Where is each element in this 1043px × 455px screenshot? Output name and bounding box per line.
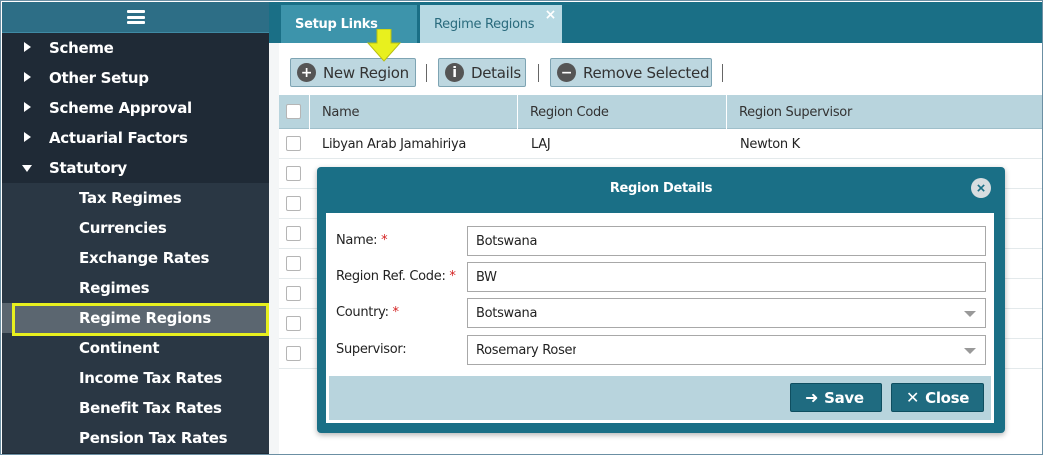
row-checkbox[interactable] (286, 316, 301, 331)
select-all-checkbox[interactable] (286, 104, 301, 119)
toolbar-separator (722, 64, 723, 82)
sidebar-item-scheme-approval[interactable]: Scheme Approval (2, 93, 269, 123)
sidebar-subitem-label: Continent (79, 339, 160, 357)
info-circle-icon: i (445, 63, 464, 82)
toolbar-separator (426, 64, 427, 82)
table-cell-supervisor: Newton K (740, 136, 800, 152)
sidebar-subitem-currencies[interactable]: Currencies (2, 213, 269, 243)
sidebar-subitem-regimes[interactable]: Regimes (2, 273, 269, 303)
sidebar-item-actuarial-factors[interactable]: Actuarial Factors (2, 123, 269, 153)
sidebar-subitem-tax-regimes[interactable]: Tax Regimes (2, 183, 269, 213)
region-details-dialog: Region Details × Name: * Botswana Region… (317, 167, 1005, 433)
pointer-arrow-icon (366, 29, 402, 62)
sidebar-subitem-label: Pension Tax Rates (79, 429, 228, 447)
tab-close-icon[interactable]: × (545, 7, 557, 23)
row-checkbox[interactable] (286, 256, 301, 271)
sidebar-item-scheme[interactable]: Scheme (2, 33, 269, 63)
required-marker: * (449, 269, 456, 284)
form-row-supervisor: Supervisor: Rosemary Rosemary (329, 335, 991, 365)
form-row-name: Name: * Botswana (329, 226, 991, 256)
column-header-region-code[interactable]: Region Code (517, 95, 726, 129)
row-checkbox[interactable] (286, 346, 301, 361)
sidebar-header (2, 2, 269, 33)
name-field[interactable]: Botswana (467, 226, 986, 256)
sign-in-icon: ➜ (805, 388, 819, 407)
dialog-title: Region Details (609, 180, 713, 196)
country-select[interactable]: Botswana (467, 298, 986, 328)
sidebar-subitem-label: Regimes (79, 279, 150, 297)
save-button[interactable]: ➜ Save (790, 383, 882, 412)
details-button[interactable]: i Details (438, 58, 526, 87)
table-cell-code: LAJ (531, 136, 551, 152)
sidebar-subitem-label: Tax Regimes (79, 189, 182, 207)
caret-right-icon (24, 132, 31, 142)
close-icon[interactable]: × (971, 178, 991, 198)
tab-regime-regions[interactable]: Regime Regions × (420, 5, 562, 43)
save-label: Save (824, 388, 864, 407)
plus-circle-icon: + (297, 63, 316, 82)
sidebar-item-label: Statutory (49, 159, 127, 177)
table-cell-name: Libyan Arab Jamahiriya (322, 136, 467, 152)
toolbar-separator (538, 64, 539, 82)
form-row-ref-code: Region Ref. Code: * BW (329, 262, 991, 292)
sidebar-subitem-label: Income Tax Rates (79, 369, 222, 387)
sidebar-subitem-label: Currencies (79, 219, 167, 237)
active-item-highlight (12, 303, 269, 336)
sidebar-subitem-benefit-tax-rates[interactable]: Benefit Tax Rates (2, 393, 269, 423)
sidebar-subitem-label: Benefit Tax Rates (79, 399, 222, 417)
dialog-body: Name: * Botswana Region Ref. Code: * BW … (326, 213, 994, 423)
ref-code-label: Region Ref. Code: * (336, 269, 456, 284)
sidebar-subitem-exchange-rates[interactable]: Exchange Rates (2, 243, 269, 273)
region-form: Name: * Botswana Region Ref. Code: * BW … (329, 216, 991, 376)
sidebar-subitem-pension-tax-rates[interactable]: Pension Tax Rates (2, 423, 269, 453)
sidebar-item-statutory[interactable]: Statutory (2, 153, 269, 183)
caret-right-icon (24, 42, 31, 52)
row-checkbox[interactable] (286, 166, 301, 181)
sidebar-subitem-continent[interactable]: Continent (2, 333, 269, 363)
row-checkbox[interactable] (286, 136, 301, 151)
x-icon: ✕ (906, 388, 920, 407)
row-checkbox[interactable] (286, 286, 301, 301)
details-label: Details (471, 63, 521, 82)
remove-selected-button[interactable]: − Remove Selected (550, 58, 712, 87)
caret-down-icon (22, 165, 32, 172)
dropdown-arrow-icon (964, 311, 976, 317)
required-marker: * (392, 305, 400, 320)
supervisor-select[interactable]: Rosemary Rosemary (467, 335, 986, 365)
hamburger-menu-icon[interactable] (126, 10, 145, 24)
sidebar-subitem-income-tax-rates[interactable]: Income Tax Rates (2, 363, 269, 393)
ref-code-field[interactable]: BW (467, 262, 986, 292)
sidebar-item-label: Scheme (49, 39, 114, 57)
sidebar-item-label: Actuarial Factors (49, 129, 188, 147)
required-marker: * (381, 233, 388, 248)
caret-right-icon (24, 72, 31, 82)
tab-label: Regime Regions (434, 16, 535, 32)
dropdown-arrow-icon (964, 348, 976, 354)
app-window: Scheme Other Setup Scheme Approval Actua… (0, 0, 1043, 455)
close-button[interactable]: ✕ Close (891, 383, 984, 412)
sidebar-item-label: Other Setup (49, 69, 149, 87)
row-checkbox[interactable] (286, 196, 301, 211)
table-row[interactable]: Libyan Arab Jamahiriya LAJ Newton K (279, 129, 1042, 159)
column-header-name[interactable]: Name (309, 95, 517, 129)
row-checkbox[interactable] (286, 226, 301, 241)
table-header: Name Region Code Region Supervisor (279, 95, 1042, 129)
form-row-country: Country: * Botswana (329, 298, 991, 328)
minus-circle-icon: − (557, 63, 576, 82)
sidebar-subitem-label: Exchange Rates (79, 249, 210, 267)
sidebar-item-label: Scheme Approval (49, 99, 192, 117)
column-header-region-supervisor[interactable]: Region Supervisor (726, 95, 1042, 129)
remove-selected-label: Remove Selected (583, 63, 710, 82)
name-label: Name: * (336, 233, 388, 248)
supervisor-select-value: Rosemary Rosemary (476, 342, 576, 358)
caret-right-icon (24, 102, 31, 112)
country-label: Country: * (336, 305, 399, 320)
sidebar: Scheme Other Setup Scheme Approval Actua… (2, 2, 269, 454)
new-region-label: New Region (323, 63, 409, 82)
close-label: Close (925, 388, 970, 407)
country-select-value: Botswana (476, 305, 538, 321)
sidebar-item-other-setup[interactable]: Other Setup (2, 63, 269, 93)
supervisor-label: Supervisor: (336, 342, 407, 357)
